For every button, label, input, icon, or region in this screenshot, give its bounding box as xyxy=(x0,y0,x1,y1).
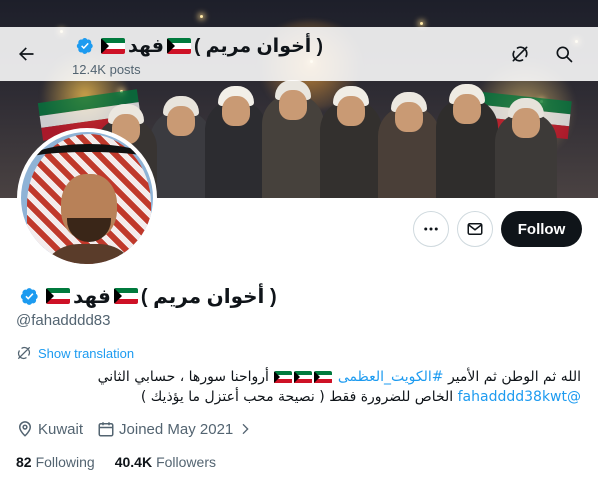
back-button[interactable] xyxy=(8,36,44,72)
profile-avatar[interactable] xyxy=(17,128,157,268)
avatar-agal xyxy=(31,144,147,172)
bio-text: الخاص للضرورة فقط ( نصيحة محب أعتزل ما ي… xyxy=(140,389,454,405)
kuwait-flag-icon xyxy=(46,288,70,304)
banner-spark xyxy=(200,15,203,18)
chevron-right-icon xyxy=(242,423,249,435)
bio-line-2: @fahadddd38kwt الخاص للضرورة فقط ( نصيحة… xyxy=(11,387,581,407)
location-item: Kuwait xyxy=(16,420,83,438)
followers-link[interactable]: 40.4K Followers xyxy=(115,454,216,470)
kuwait-flag-icon xyxy=(314,370,333,384)
joined-text: Joined May 2021 xyxy=(119,420,234,438)
grok-icon xyxy=(512,46,528,62)
translate-icon xyxy=(17,346,31,360)
bio-line-1: الله ثم الوطن ثم الأمير #الكويت_العظمى أ… xyxy=(11,367,581,387)
following-label: Following xyxy=(35,454,95,470)
bio-hashtag-link[interactable]: #الكويت_العظمى xyxy=(338,369,444,385)
banner-figure xyxy=(436,84,498,198)
following-count: 82 xyxy=(16,454,32,470)
profile-bio: الله ثم الوطن ثم الأمير #الكويت_العظمى أ… xyxy=(11,367,581,407)
verified-badge-icon[interactable] xyxy=(20,287,39,306)
followers-count: 40.4K xyxy=(114,454,153,470)
header-name-prefix: ( أخوان مريم ) xyxy=(193,35,323,57)
more-icon xyxy=(424,227,438,231)
follow-button[interactable]: Follow xyxy=(501,211,582,247)
post-count: 12.4K posts xyxy=(72,62,141,77)
bio-text: الله ثم الوطن ثم الأمير xyxy=(447,369,581,385)
display-name-prefix: ( أخوان مريم ) xyxy=(140,285,277,308)
show-translation-link[interactable]: Show translation xyxy=(16,345,134,361)
kuwait-flag-icon xyxy=(274,370,293,384)
following-link[interactable]: 82 Following xyxy=(16,454,95,470)
kuwait-flag-icon xyxy=(101,38,125,54)
follow-stats: 82 Following 40.4K Followers xyxy=(16,454,236,470)
more-options-button[interactable] xyxy=(413,211,449,247)
profile-header-bar: ( أخوان مريم ) فهد 12.4K posts xyxy=(0,27,598,81)
display-name: ( أخوان مريم ) فهد xyxy=(16,283,277,309)
calendar-icon xyxy=(98,422,114,437)
kuwait-flag-icon xyxy=(294,370,313,384)
location-text: Kuwait xyxy=(38,420,84,438)
message-button[interactable] xyxy=(457,211,493,247)
followers-label: Followers xyxy=(156,454,216,470)
kuwait-flag-icon xyxy=(166,38,191,54)
profile-meta: Kuwait Joined May 2021 xyxy=(16,420,271,438)
banner-figure xyxy=(262,80,324,198)
banner-spark xyxy=(420,22,423,25)
show-translation-label: Show translation xyxy=(38,345,135,361)
search-button[interactable] xyxy=(546,36,582,72)
banner-figure xyxy=(150,96,212,198)
back-arrow-icon xyxy=(19,47,34,61)
banner-figure xyxy=(205,86,267,198)
banner-figure xyxy=(495,98,557,198)
grok-button[interactable] xyxy=(502,36,538,72)
banner-figure xyxy=(320,86,382,198)
location-pin-icon xyxy=(18,421,32,437)
kuwait-flag-icon xyxy=(113,288,138,304)
search-icon xyxy=(556,46,573,63)
bio-mention-link[interactable]: @fahadddd38kwt xyxy=(458,389,581,405)
display-name-word: فهد xyxy=(73,285,111,308)
bio-text: أرواحنا سورها ، حسابي الثاني xyxy=(97,369,269,385)
verified-badge-icon[interactable] xyxy=(76,37,94,55)
header-name-word: فهد xyxy=(128,35,164,57)
joined-item[interactable]: Joined May 2021 xyxy=(97,420,257,438)
banner-figure xyxy=(378,92,440,198)
header-display-name: ( أخوان مريم ) فهد xyxy=(72,34,323,58)
envelope-icon xyxy=(467,223,483,235)
profile-handle: @fahadddd83 xyxy=(16,312,111,329)
